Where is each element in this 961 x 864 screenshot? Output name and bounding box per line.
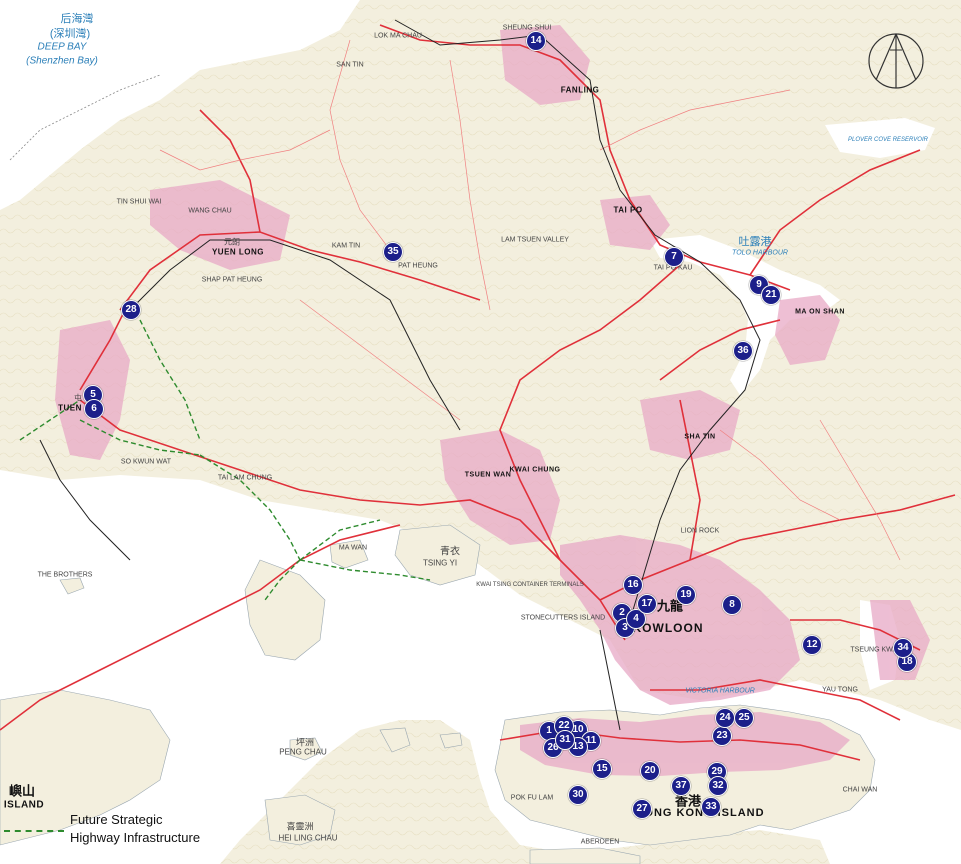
- chai-wan-label: CHAI WAN: [842, 786, 878, 794]
- tuen-mun-zh-label: 屯: [74, 393, 82, 403]
- marker-6[interactable]: 6: [84, 399, 104, 419]
- marker-23[interactable]: 23: [712, 726, 732, 746]
- aberdeen-label: ABERDEEN: [580, 838, 620, 846]
- marker-8[interactable]: 8: [722, 595, 742, 615]
- tin-shui-wai-label: TIN SHUI WAI: [116, 198, 162, 206]
- tsing-yi-zh-label: 青衣: [440, 546, 460, 558]
- peng-chau-label: PENG CHAU: [279, 747, 327, 757]
- legend-line2: Highway Infrastructure: [70, 830, 201, 845]
- north-arrow-icon: [866, 30, 926, 92]
- marker-31[interactable]: 31: [555, 730, 575, 750]
- map-legend: Future Strategic Highway Infrastructure: [0, 808, 225, 858]
- yuen-long-zh-label: 元朗: [224, 237, 240, 247]
- tsing-yi-label: TSING YI: [422, 558, 458, 568]
- tuen-mun-label: TUEN: [58, 403, 82, 413]
- marker-24[interactable]: 24: [715, 708, 735, 728]
- map-container[interactable]: 后海灣 (深圳灣) DEEP BAY (Shenzhen Bay) 吐露港 TO…: [0, 0, 961, 864]
- marker-12[interactable]: 12: [802, 635, 822, 655]
- marker-17[interactable]: 17: [637, 594, 657, 614]
- lam-tsuen-label: LAM TSUEN VALLEY: [501, 236, 569, 244]
- pat-heung-label: PAT HEUNG: [398, 262, 438, 270]
- tai-po-label: TAI PO: [613, 205, 643, 215]
- plover-cove-label: PLOVER COVE RESERVOIR: [848, 137, 928, 143]
- pok-fu-lam-label: POK FU LAM: [510, 794, 554, 802]
- marker-30[interactable]: 30: [568, 785, 588, 805]
- kam-tin-label: KAM TIN: [331, 242, 361, 250]
- ma-on-shan-label: MA ON SHAN: [795, 308, 845, 316]
- kwai-chung-label: KWAI CHUNG: [509, 466, 561, 474]
- fanling-label: FANLING: [560, 85, 600, 95]
- shap-pat-heung-label: SHAP PAT HEUNG: [201, 276, 263, 284]
- marker-35[interactable]: 35: [383, 242, 403, 262]
- tolo-harbour-zh-label: 吐露港: [738, 236, 772, 248]
- marker-32[interactable]: 32: [708, 776, 728, 796]
- marker-27[interactable]: 27: [632, 799, 652, 819]
- base-map: [0, 0, 961, 864]
- marker-28[interactable]: 28: [121, 300, 141, 320]
- marker-33[interactable]: 33: [701, 797, 721, 817]
- wang-chau-label: WANG CHAU: [188, 207, 232, 215]
- stonecutters-label: STONECUTTERS ISLAND: [520, 614, 606, 622]
- marker-25[interactable]: 25: [734, 708, 754, 728]
- yuen-long-label: YUEN LONG: [211, 247, 265, 257]
- deep-bay-zh-label: 后海灣: [60, 13, 94, 25]
- marker-21[interactable]: 21: [761, 285, 781, 305]
- future-highway-legend-swatch: [4, 830, 64, 832]
- so-kwun-wat-label: SO KWUN WAT: [120, 458, 172, 466]
- marker-14[interactable]: 14: [526, 31, 546, 51]
- peng-chau-zh-label: 坪洲: [295, 737, 315, 748]
- shenzhen-bay-label: (Shenzhen Bay): [26, 55, 98, 67]
- marker-15[interactable]: 15: [592, 759, 612, 779]
- yau-tong-label: YAU TONG: [822, 686, 858, 694]
- marker-36[interactable]: 36: [733, 341, 753, 361]
- marker-37[interactable]: 37: [671, 776, 691, 796]
- tolo-harbour-label: TOLO HARBOUR: [732, 249, 788, 257]
- the-brothers-label: THE BROTHERS: [37, 571, 93, 579]
- lion-rock-label: LION ROCK: [680, 527, 720, 535]
- ma-wan-label: MA WAN: [338, 544, 368, 552]
- marker-20[interactable]: 20: [640, 761, 660, 781]
- hei-ling-chau-label: HEI LING CHAU: [278, 833, 338, 843]
- hei-ling-chau-zh-label: 喜靈洲: [286, 821, 314, 832]
- marker-34[interactable]: 34: [893, 638, 913, 658]
- san-tin-label: SAN TIN: [336, 61, 364, 69]
- shenzhen-bay-zh-label: (深圳灣): [49, 28, 91, 40]
- kwai-tsing-terminals-label: KWAI TSING CONTAINER TERMINALS: [476, 582, 584, 588]
- victoria-harbour-label: VICTORIA HARBOUR: [685, 687, 755, 695]
- deep-bay-label: DEEP BAY: [37, 41, 87, 53]
- marker-16[interactable]: 16: [623, 575, 643, 595]
- marker-7[interactable]: 7: [664, 247, 684, 267]
- lantau-zh-label: 嶼山: [8, 783, 36, 799]
- legend-line1: Future Strategic: [70, 812, 163, 827]
- tsuen-wan-label: TSUEN WAN: [464, 471, 512, 479]
- sheung-shui-label: SHEUNG SHUI: [502, 24, 552, 32]
- sha-tin-label: SHA TIN: [684, 433, 716, 441]
- marker-19[interactable]: 19: [676, 585, 696, 605]
- tai-lam-chung-label: TAI LAM CHUNG: [217, 474, 273, 482]
- lok-ma-chau-label: LOK MA CHAU: [374, 32, 422, 40]
